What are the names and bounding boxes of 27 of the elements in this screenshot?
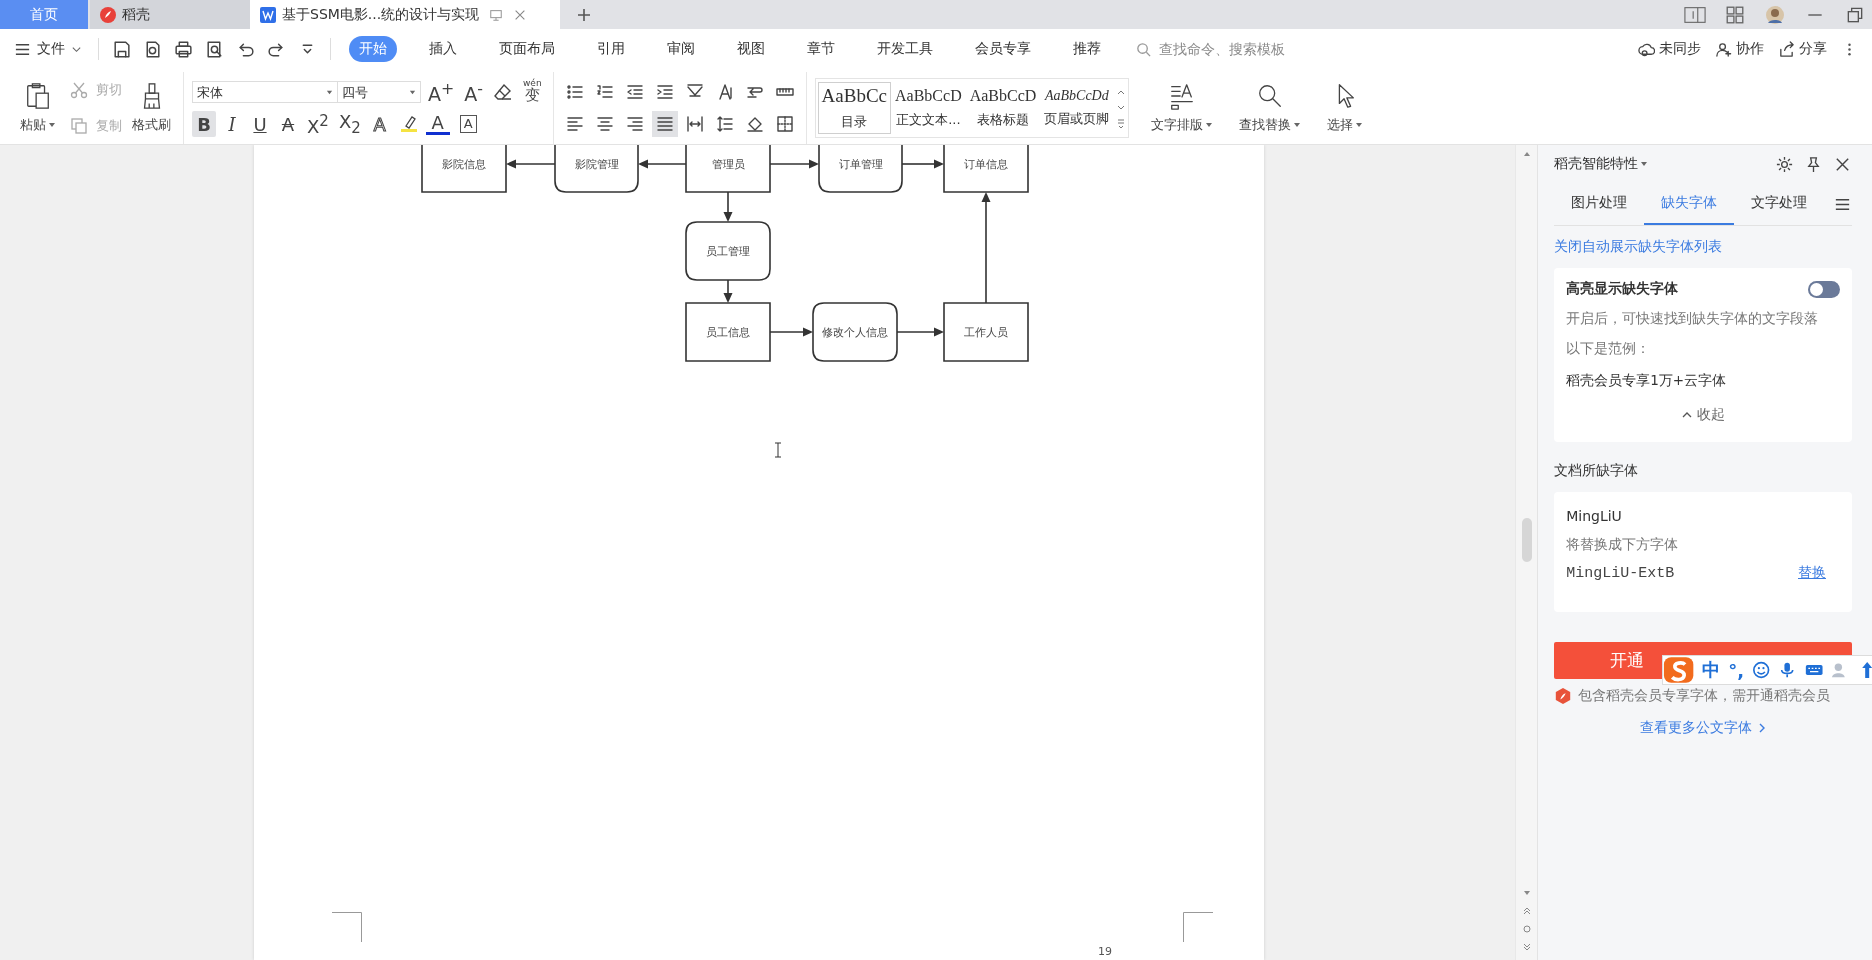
membership-note: 包含稻壳会员专享字体，需开通稻壳会员 xyxy=(1578,687,1831,705)
replacement-font: MingLiU-ExtB xyxy=(1566,564,1675,582)
style-preview: AaBbCcD xyxy=(895,87,962,105)
section-heading: 文档所缺字体 xyxy=(1554,462,1640,480)
replace-hint: 将替换成下方字体 xyxy=(1566,536,1680,554)
example-text: 稻壳会员专享1万+云字体 xyxy=(1566,372,1728,390)
font-name: MingLiU xyxy=(1566,508,1623,524)
node-label: 员工信息 xyxy=(706,326,750,339)
style-name: 表格标题 xyxy=(977,111,1029,129)
node-label: 工作人员 xyxy=(964,326,1008,339)
style-name: 正文文本... xyxy=(896,111,961,129)
node-label: 影院管理 xyxy=(574,158,619,171)
example-label: 以下是范例： xyxy=(1566,340,1652,358)
style-preview: AaBbCcDd xyxy=(1044,88,1109,104)
node-label: 修改个人信息 xyxy=(822,326,888,339)
node-label: 订单管理 xyxy=(838,158,883,171)
style-name: 目录 xyxy=(841,113,868,131)
node-label: 员工管理 xyxy=(706,245,750,258)
setting-description: 开启后，可快速找到缺失字体的文字段落 xyxy=(1566,310,1820,328)
style-name: 页眉或页脚 xyxy=(1044,110,1110,128)
page-number: 19 xyxy=(1098,945,1113,958)
node-label: 管理员 xyxy=(711,158,745,171)
style-preview: AaBbCcD xyxy=(969,87,1037,105)
setting-title: 高亮显示缺失字体 xyxy=(1566,280,1679,298)
node-label: 订单信息 xyxy=(964,158,1008,171)
style-preview: AaBbCc xyxy=(821,85,888,107)
node-label: 影院信息 xyxy=(442,158,486,171)
